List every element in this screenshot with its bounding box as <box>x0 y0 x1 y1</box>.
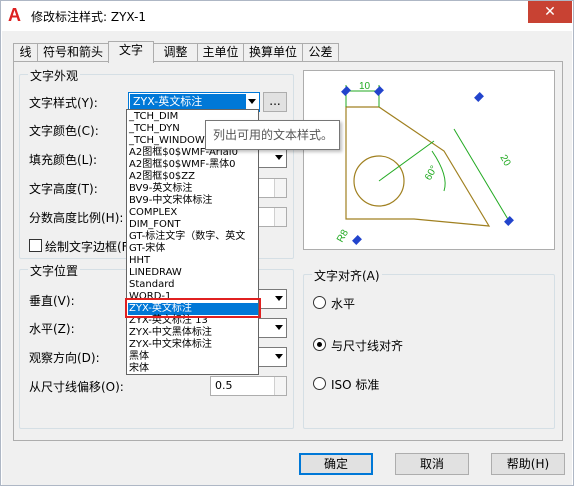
dim-top-label: 10 <box>359 81 371 92</box>
tab-symbols-arrows[interactable]: 符号和箭头 <box>37 43 109 62</box>
text-height-label: 文字高度(T): <box>29 182 98 196</box>
text-tab-panel: 文字外观 文字样式(Y): ZYX-英文标注 ... 文字颜色(C): 填充颜色… <box>13 61 563 441</box>
text-style-value: ZYX-英文标注 <box>130 94 246 110</box>
spinner-arrows-icon[interactable] <box>274 377 286 395</box>
dropdown-item[interactable]: ZYX-中文黑体标注 <box>129 327 212 339</box>
dropdown-item[interactable]: BV9-中文宋体标注 <box>129 195 212 207</box>
dimension-lines <box>345 85 510 222</box>
dropdown-item[interactable]: 黑体 <box>129 351 149 363</box>
align-iso-radio[interactable] <box>313 377 326 390</box>
arrowheads <box>312 86 514 245</box>
tab-fit[interactable]: 调整 <box>153 43 198 62</box>
tab-alternate-units[interactable]: 换算单位 <box>243 43 303 62</box>
dim-angle-label: 60° <box>423 164 440 183</box>
spinner-arrows-icon[interactable] <box>274 208 286 226</box>
tab-tolerances[interactable]: 公差 <box>302 43 339 62</box>
offset-spinner[interactable]: 0.5 <box>210 376 287 396</box>
dropdown-item[interactable]: LINEDRAW <box>129 267 182 279</box>
autocad-icon: A <box>8 5 21 25</box>
text-style-tooltip: 列出可用的文本样式。 <box>205 120 340 150</box>
dimension-preview: 10 20 60° R8 <box>303 70 555 250</box>
offset-label: 从尺寸线偏移(O): <box>29 380 124 394</box>
dropdown-item[interactable]: Standard <box>129 279 175 291</box>
horizontal-label: 水平(Z): <box>29 322 75 336</box>
chevron-down-icon <box>275 296 283 301</box>
align-iso-label: ISO 标准 <box>331 378 380 392</box>
align-with-dim-line-label: 与尺寸线对齐 <box>331 339 404 353</box>
fraction-height-label: 分数高度比例(H): <box>29 211 124 225</box>
dropdown-item[interactable]: A2图框$0$WMF-黑体0 <box>129 159 236 171</box>
preview-drawing: 10 20 60° R8 <box>312 81 514 245</box>
fill-color-label: 填充颜色(L): <box>29 153 98 167</box>
dropdown-item[interactable]: 宋体 <box>129 363 149 374</box>
offset-value: 0.5 <box>215 379 233 392</box>
highlight-annotation-box <box>125 298 261 318</box>
tab-lines[interactable]: 线 <box>13 43 38 62</box>
dim-radius-label: R8 <box>335 228 351 245</box>
dropdown-item[interactable]: COMPLEX <box>129 207 177 219</box>
text-alignment-title: 文字对齐(A) <box>312 267 382 284</box>
dropdown-item[interactable]: A2图框$0$ZZ <box>129 171 195 183</box>
draw-frame-checkbox[interactable] <box>29 239 42 252</box>
dropdown-item[interactable]: HHT <box>129 255 150 267</box>
view-direction-label: 观察方向(D): <box>29 351 100 365</box>
close-button[interactable]: ✕ <box>528 1 572 23</box>
help-button[interactable]: 帮助(H) <box>491 453 565 475</box>
dropdown-item[interactable]: GT-宋体 <box>129 243 165 255</box>
dropdown-item[interactable]: _TCH_DIM <box>129 111 178 123</box>
window-title: 修改标注样式: ZYX-1 <box>31 10 146 24</box>
dialog-window: A 修改标注样式: ZYX-1 ✕ 线 符号和箭头 文字 调整 主单位 换算单位… <box>0 0 574 486</box>
dropdown-item[interactable]: DIM_FONT <box>129 219 181 231</box>
text-style-label: 文字样式(Y): <box>29 96 98 110</box>
tab-primary-units[interactable]: 主单位 <box>197 43 244 62</box>
chevron-down-icon <box>275 155 283 160</box>
dim-right-label: 20 <box>497 153 512 169</box>
dropdown-item[interactable]: _TCH_WINDOW <box>129 135 205 147</box>
vertical-label: 垂直(V): <box>29 294 75 308</box>
dropdown-item[interactable]: _TCH_DYN <box>129 123 180 135</box>
tab-text[interactable]: 文字 <box>108 41 154 63</box>
align-horizontal-label: 水平 <box>331 297 356 311</box>
dropdown-item[interactable]: GT-标注文字（数字、英文 <box>129 231 245 243</box>
preview-geometry <box>345 106 491 227</box>
text-color-label: 文字颜色(C): <box>29 124 99 138</box>
text-appearance-title: 文字外观 <box>28 67 81 84</box>
ok-button[interactable]: 确定 <box>299 453 373 475</box>
chevron-down-icon <box>248 99 256 104</box>
align-horizontal-radio[interactable] <box>313 296 326 309</box>
text-placement-title: 文字位置 <box>28 262 81 279</box>
spinner-arrows-icon[interactable] <box>274 179 286 197</box>
align-with-dim-line-radio[interactable] <box>313 338 326 351</box>
chevron-down-icon <box>275 354 283 359</box>
dropdown-item[interactable]: BV9-英文标注 <box>129 183 192 195</box>
dialog-client: 线 符号和箭头 文字 调整 主单位 换算单位 公差 文字外观 文字样式(Y): … <box>2 31 572 485</box>
cancel-button[interactable]: 取消 <box>395 453 469 475</box>
text-style-browse-button[interactable]: ... <box>263 92 287 112</box>
title-bar: A 修改标注样式: ZYX-1 ✕ <box>1 1 573 31</box>
chevron-down-icon <box>275 325 283 330</box>
dropdown-item[interactable]: ZYX-中文宋体标注 <box>129 339 212 351</box>
draw-frame-label: 绘制文字边框(F) <box>45 240 134 254</box>
